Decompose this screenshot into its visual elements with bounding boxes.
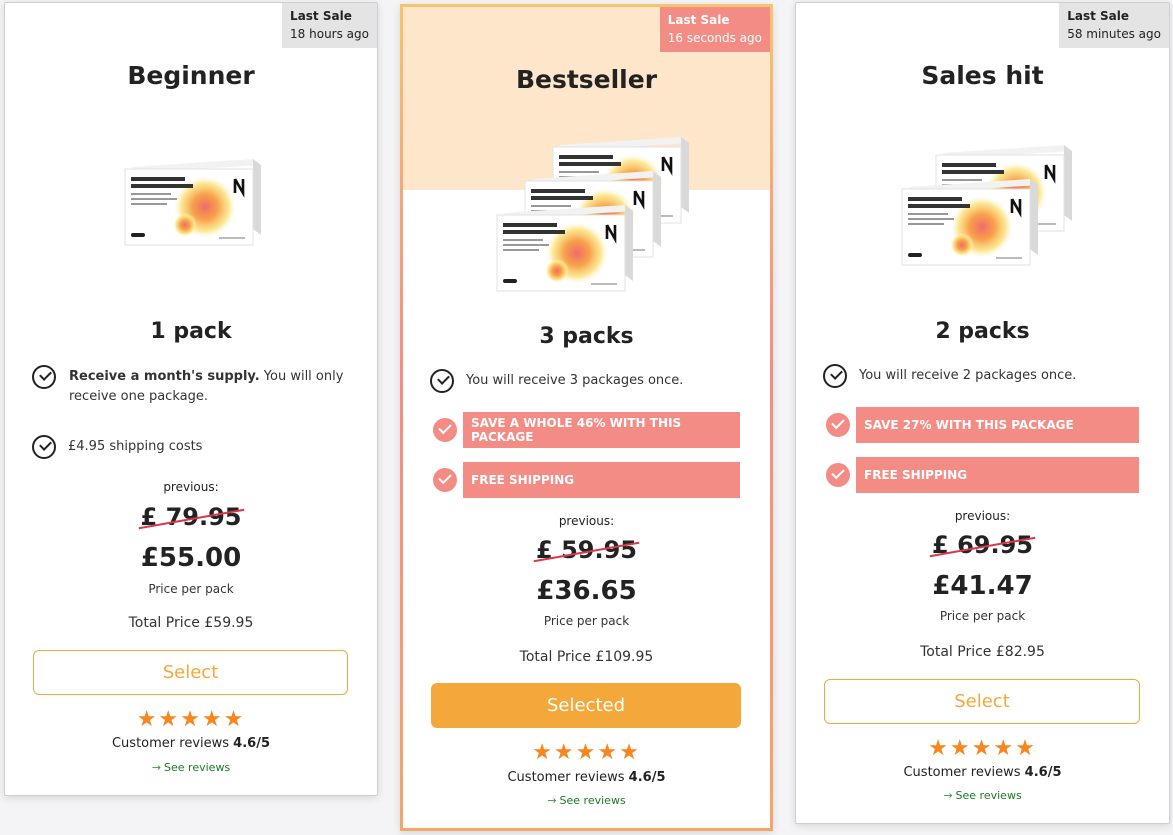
reviews-label: Customer reviews [903, 765, 1021, 780]
promo-text: FREE SHIPPING [463, 462, 740, 498]
feature-item: £4.95 shipping costs [32, 435, 347, 461]
check-circle-filled-icon [826, 463, 850, 487]
price-per-pack-label: Price per pack [148, 582, 234, 596]
see-reviews-text[interactable]: See reviews [164, 761, 230, 774]
feature-item: You will receive 3 packages once. [430, 369, 740, 395]
product-image [123, 157, 271, 257]
pack-count: 1 pack [150, 319, 232, 344]
select-button[interactable]: Select [33, 650, 348, 695]
check-circle-filled-icon [433, 418, 457, 442]
rating-value: 4.6/5 [233, 736, 270, 751]
rating-value: 4.6/5 [1024, 765, 1062, 780]
arrow-right-icon: → [151, 761, 162, 774]
product-box-image [900, 177, 1040, 267]
customer-reviews: Customer reviews 4.6/5 [796, 765, 1169, 780]
see-reviews-text[interactable]: See reviews [956, 789, 1022, 802]
select-button[interactable]: Select [824, 679, 1140, 724]
last-sale-badge: Last Sale 16 seconds ago [659, 7, 770, 52]
feature-text: You will receive 2 packages once. [859, 368, 1077, 383]
check-circle-filled-icon [826, 413, 850, 437]
check-circle-icon [32, 435, 56, 459]
product-box-image [123, 157, 263, 247]
card-title: Bestseller [515, 65, 658, 94]
see-reviews-text[interactable]: See reviews [560, 794, 626, 807]
price-per-pack-label: Price per pack [543, 614, 630, 628]
current-price: £55.00 [140, 543, 242, 573]
badge-title: Last Sale [1067, 9, 1129, 23]
pricing-card-sales-hit: Last Sale 58 minutes ago Sales hit 2 pac… [795, 2, 1170, 824]
see-reviews-link[interactable]: → See reviews [5, 761, 377, 774]
selected-button[interactable]: Selected [431, 683, 741, 728]
previous-label: previous: [163, 480, 219, 494]
badge-time: 18 hours ago [290, 27, 369, 41]
promo-shipping-banner: FREE SHIPPING [433, 462, 740, 498]
promo-text: SAVE 27% WITH THIS PACKAGE [856, 407, 1139, 443]
check-circle-filled-icon [433, 468, 457, 492]
product-image [898, 143, 1078, 273]
reviews-label: Customer reviews [507, 770, 625, 785]
last-sale-badge: Last Sale 18 hours ago [282, 3, 377, 48]
check-circle-icon [430, 369, 454, 393]
total-price: Total Price £109.95 [519, 649, 654, 665]
customer-reviews: Customer reviews 4.6/5 [5, 736, 377, 751]
badge-title: Last Sale [667, 13, 730, 27]
pack-count: 3 packs [539, 324, 634, 349]
check-circle-icon [32, 365, 56, 389]
current-price: £36.65 [536, 576, 637, 606]
rating-value: 4.6/5 [628, 770, 666, 785]
star-rating-icon: ★★★★★ [136, 707, 246, 732]
previous-label: previous: [954, 509, 1011, 523]
old-price: £ 59.95 [536, 536, 637, 564]
see-reviews-link[interactable]: → See reviews [403, 794, 770, 807]
total-price: Total Price £59.95 [128, 615, 254, 631]
star-rating-icon: ★★★★★ [928, 736, 1037, 761]
promo-save-banner: SAVE 27% WITH THIS PACKAGE [826, 407, 1139, 443]
previous-label: previous: [558, 514, 615, 528]
badge-title: Last Sale [290, 9, 352, 23]
card-title: Sales hit [921, 61, 1044, 90]
badge-time: 58 minutes ago [1067, 27, 1161, 41]
feature-item: You will receive 2 packages once. [823, 364, 1139, 390]
card-title: Beginner [127, 61, 255, 90]
badge-time: 16 seconds ago [667, 31, 762, 45]
old-price: £ 79.95 [140, 503, 242, 531]
promo-shipping-banner: FREE SHIPPING [826, 457, 1139, 493]
current-price: £41.47 [932, 571, 1033, 601]
old-price: £ 69.95 [932, 531, 1033, 559]
promo-text: FREE SHIPPING [856, 457, 1139, 493]
feature-text: £4.95 shipping costs [68, 439, 203, 454]
promo-text: SAVE A WHOLE 46% WITH THIS PACKAGE [463, 412, 740, 448]
pack-count: 2 packs [935, 319, 1030, 344]
total-price: Total Price £82.95 [920, 644, 1045, 660]
product-box-image [495, 203, 635, 293]
check-circle-icon [823, 364, 847, 388]
feature-text: You will receive 3 packages once. [466, 373, 684, 388]
feature-item: Receive a month's supply. You will only … [32, 365, 347, 407]
pricing-card-beginner: Last Sale 18 hours ago Beginner 1 pack R… [4, 2, 378, 796]
reviews-label: Customer reviews [111, 736, 230, 751]
last-sale-badge: Last Sale 58 minutes ago [1059, 3, 1169, 48]
star-rating-icon: ★★★★★ [532, 740, 641, 765]
product-image [491, 135, 691, 295]
price-per-pack-label: Price per pack [939, 609, 1026, 623]
arrow-right-icon: → [943, 789, 953, 802]
pricing-card-bestseller: Last Sale 16 seconds ago Bestseller 3 pa… [400, 4, 773, 831]
see-reviews-link[interactable]: → See reviews [796, 789, 1169, 802]
arrow-right-icon: → [547, 794, 557, 807]
customer-reviews: Customer reviews 4.6/5 [403, 770, 770, 785]
feature-bold-text: Receive a month's supply. [69, 369, 260, 384]
promo-save-banner: SAVE A WHOLE 46% WITH THIS PACKAGE [433, 412, 740, 448]
